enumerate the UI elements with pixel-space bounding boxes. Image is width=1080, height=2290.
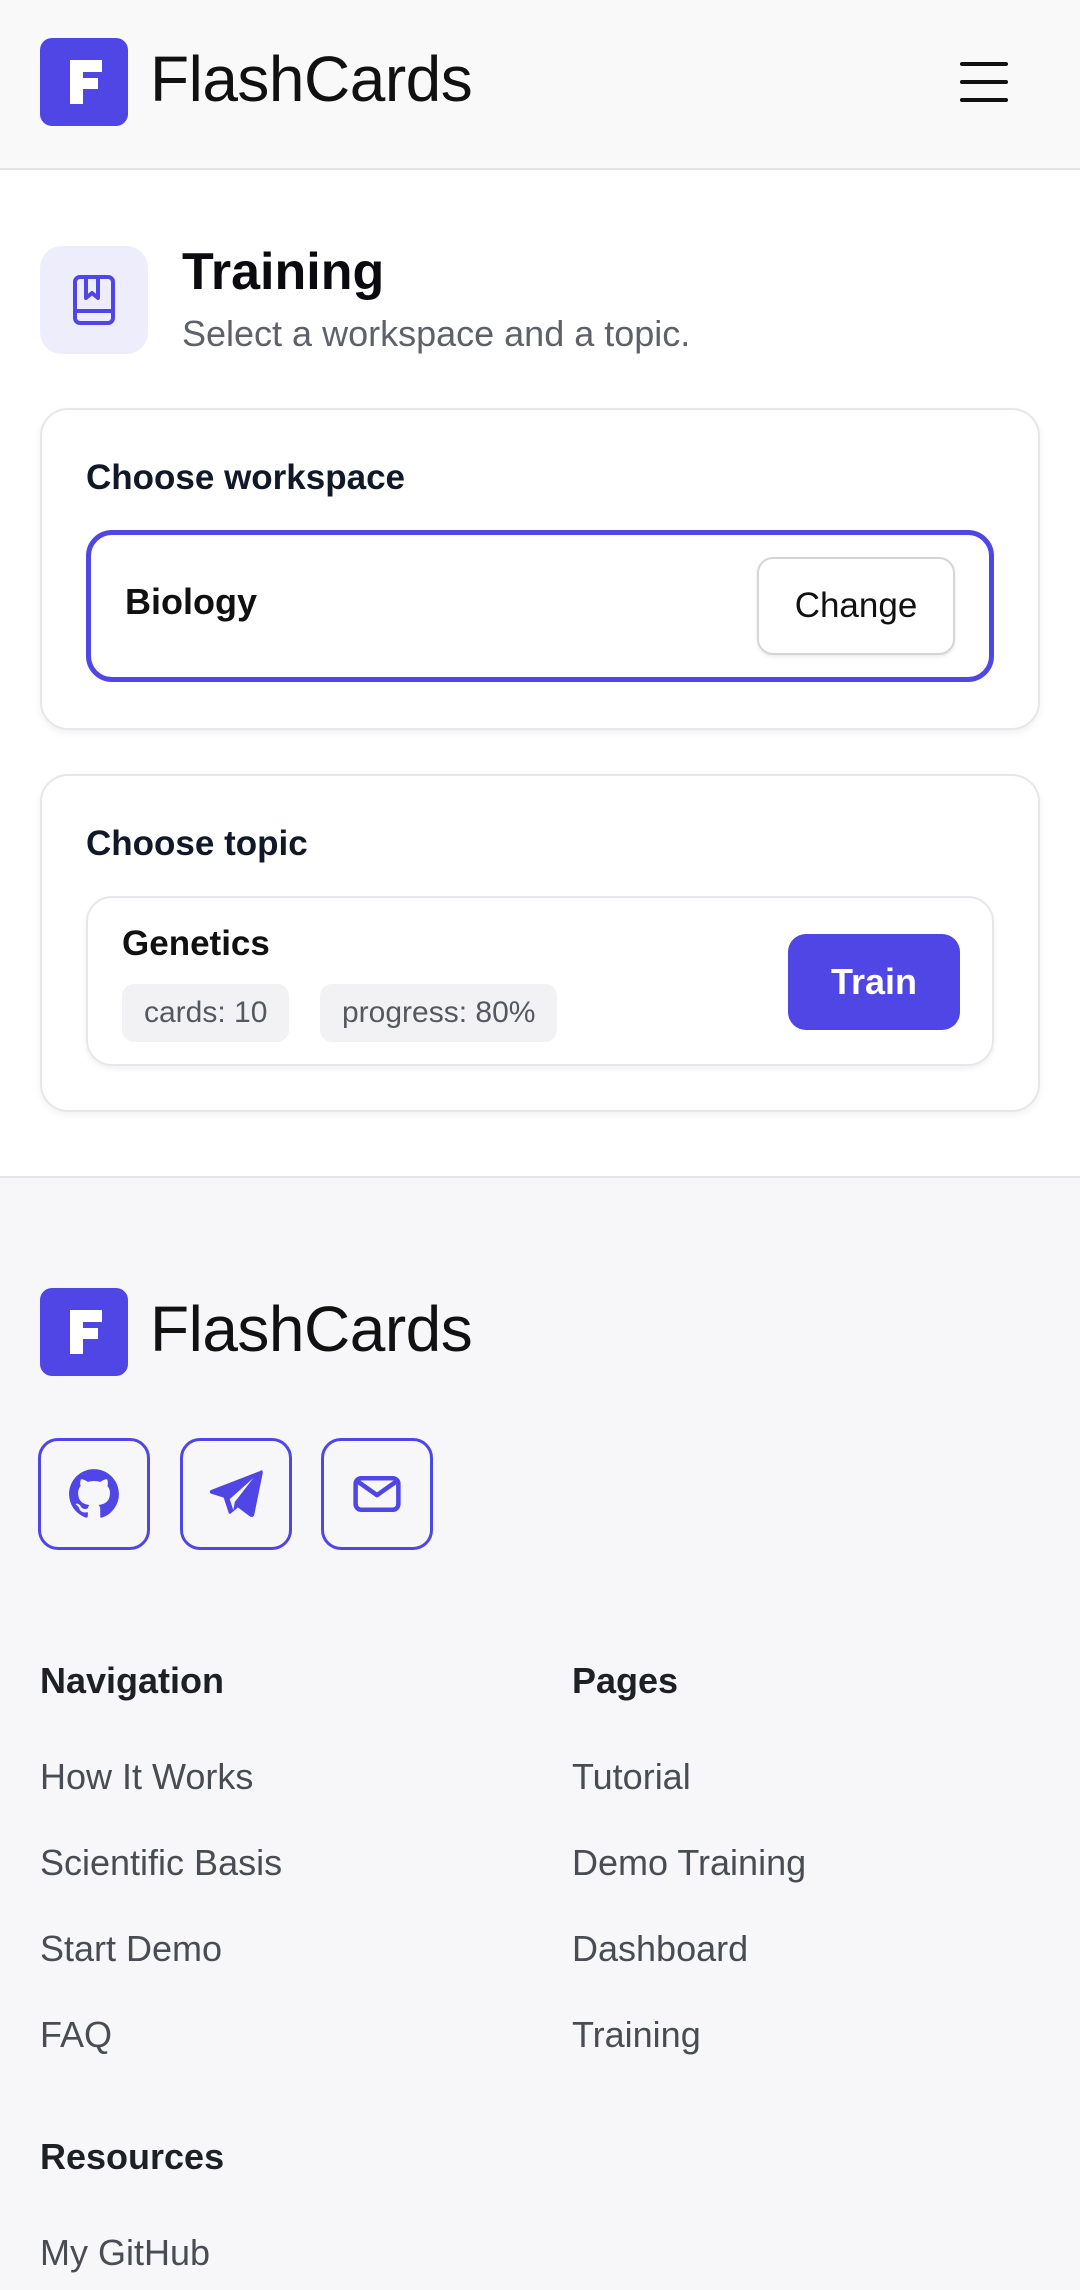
topic-item[interactable]: Genetics cards: 10 progress: 80% Train (86, 896, 994, 1066)
progress-badge: progress: 80% (320, 984, 558, 1042)
page-title: Training (182, 243, 385, 301)
cards-count-badge: cards: 10 (122, 984, 290, 1042)
bookmark-book-icon (40, 246, 148, 354)
telegram-icon[interactable] (180, 1438, 292, 1550)
footer-link-how-it-works[interactable]: How It Works (40, 1756, 253, 1798)
workspace-label: Choose workspace (86, 458, 405, 497)
footer-link-tutorial[interactable]: Tutorial (572, 1756, 691, 1798)
footer-link-dashboard[interactable]: Dashboard (572, 1928, 748, 1970)
navigation-heading: Navigation (40, 1660, 225, 1701)
workspace-card: Choose workspace Biology Change (40, 408, 1040, 730)
mail-icon[interactable] (321, 1438, 433, 1550)
change-workspace-button[interactable]: Change (757, 557, 955, 655)
footer-link-start-demo[interactable]: Start Demo (40, 1928, 222, 1970)
footer: FlashCards Navigation How It Works Scien… (0, 1176, 1080, 2290)
topic-name: Genetics (122, 924, 270, 963)
page-subtitle: Select a workspace and a topic. (182, 313, 691, 354)
hamburger-menu-icon[interactable] (956, 62, 1012, 102)
top-header: FlashCards (0, 0, 1080, 170)
brand-name[interactable]: FlashCards (150, 42, 473, 116)
footer-link-training[interactable]: Training (572, 2014, 701, 2056)
footer-link-my-github[interactable]: My GitHub (40, 2232, 210, 2274)
footer-link-scientific-basis[interactable]: Scientific Basis (40, 1842, 282, 1884)
train-button[interactable]: Train (788, 934, 960, 1030)
workspace-selector[interactable]: Biology Change (86, 530, 994, 682)
main-content: Training Select a workspace and a topic.… (0, 170, 1080, 1176)
topic-label: Choose topic (86, 824, 308, 863)
topic-card: Choose topic Genetics cards: 10 progress… (40, 774, 1040, 1112)
footer-link-faq[interactable]: FAQ (40, 2014, 112, 2056)
selected-workspace: Biology (125, 581, 257, 622)
pages-heading: Pages (572, 1660, 679, 1701)
github-icon[interactable] (38, 1438, 150, 1550)
footer-brand-name[interactable]: FlashCards (150, 1292, 473, 1366)
footer-logo-icon[interactable] (40, 1288, 128, 1376)
footer-link-demo-training[interactable]: Demo Training (572, 1842, 806, 1884)
brand-logo-icon[interactable] (40, 38, 128, 126)
resources-heading: Resources (40, 2136, 225, 2177)
